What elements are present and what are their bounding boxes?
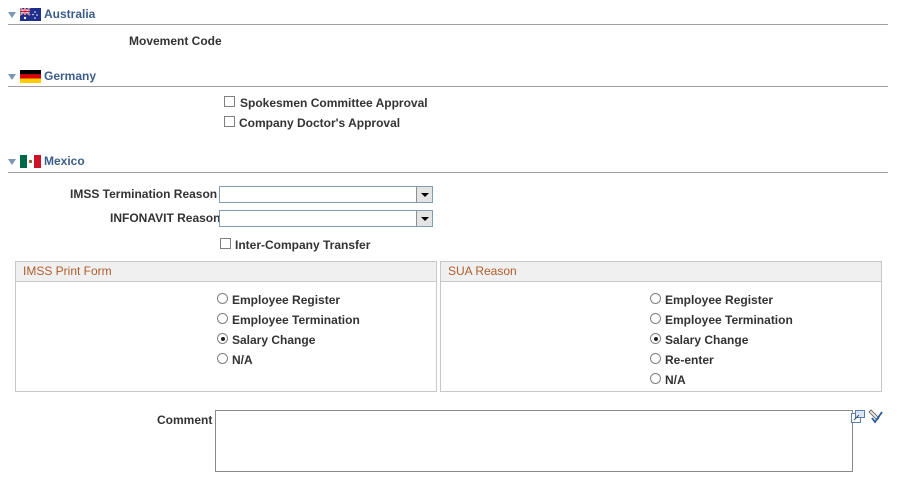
imss-option-label: N/A xyxy=(232,353,253,367)
movement-code-label: Movement Code xyxy=(129,34,222,48)
collapse-triangle-icon[interactable] xyxy=(8,73,16,80)
spokesmen-committee-label: Spokesmen Committee Approval xyxy=(240,96,428,110)
sua-option-label: Employee Termination xyxy=(665,313,793,327)
expand-textarea-icon[interactable] xyxy=(851,410,865,423)
sua-option-label: Re-enter xyxy=(665,353,714,367)
section-header-mexico[interactable]: Mexico xyxy=(8,153,85,169)
imss-option-label: Employee Termination xyxy=(232,313,360,327)
imss-print-form-group: IMSS Print Form xyxy=(15,261,437,392)
sua-reason-title: SUA Reason xyxy=(448,264,517,278)
imss-radio-employee-termination[interactable] xyxy=(217,313,228,324)
imss-radio-salary-change[interactable] xyxy=(217,333,228,344)
section-divider xyxy=(8,86,888,87)
imss-radio-employee-register[interactable] xyxy=(217,293,228,304)
sua-option-label: Employee Register xyxy=(665,293,774,307)
spell-check-icon[interactable] xyxy=(867,409,883,424)
sua-radio-re-enter[interactable] xyxy=(650,353,661,364)
sua-reason-group: SUA Reason xyxy=(440,261,882,392)
section-header-germany[interactable]: Germany xyxy=(8,68,96,84)
inter-company-transfer-checkbox[interactable] xyxy=(220,238,231,249)
sua-radio-employee-termination[interactable] xyxy=(650,313,661,324)
chevron-down-icon[interactable] xyxy=(416,211,432,226)
section-divider xyxy=(8,172,888,173)
company-doctor-checkbox[interactable] xyxy=(224,116,235,127)
mexico-flag-icon xyxy=(20,154,41,168)
section-header-australia[interactable]: Australia xyxy=(8,6,95,22)
sua-radio-salary-change[interactable] xyxy=(650,333,661,344)
spokesmen-committee-checkbox[interactable] xyxy=(224,96,235,107)
germany-flag-icon xyxy=(20,69,41,83)
sua-option-label: Salary Change xyxy=(665,333,749,347)
section-title-germany: Germany xyxy=(44,69,97,83)
company-doctor-label: Company Doctor's Approval xyxy=(239,116,401,130)
chevron-down-icon[interactable] xyxy=(416,187,432,202)
sua-reason-header: SUA Reason xyxy=(441,262,881,282)
section-divider xyxy=(8,24,888,25)
imss-print-form-title: IMSS Print Form xyxy=(23,264,112,278)
australia-flag-icon xyxy=(20,7,41,21)
sua-radio-na[interactable] xyxy=(650,373,661,384)
infonavit-reason-select[interactable] xyxy=(219,210,433,227)
sua-option-label: N/A xyxy=(665,373,686,387)
imss-print-form-header: IMSS Print Form xyxy=(16,262,436,282)
imss-termination-reason-select[interactable] xyxy=(219,186,433,203)
imss-radio-na[interactable] xyxy=(217,353,228,364)
comment-textarea[interactable] xyxy=(215,410,853,472)
section-title-mexico: Mexico xyxy=(44,154,85,168)
collapse-triangle-icon[interactable] xyxy=(8,158,16,165)
inter-company-transfer-label: Inter-Company Transfer xyxy=(235,238,371,252)
infonavit-reason-label: INFONAVIT Reason xyxy=(110,211,221,225)
imss-option-label: Employee Register xyxy=(232,293,341,307)
section-title-australia: Australia xyxy=(44,7,96,21)
imss-termination-reason-label: IMSS Termination Reason xyxy=(70,187,218,201)
imss-option-label: Salary Change xyxy=(232,333,316,347)
comment-label: Comment xyxy=(157,413,213,427)
sua-radio-employee-register[interactable] xyxy=(650,293,661,304)
collapse-triangle-icon[interactable] xyxy=(8,11,16,18)
